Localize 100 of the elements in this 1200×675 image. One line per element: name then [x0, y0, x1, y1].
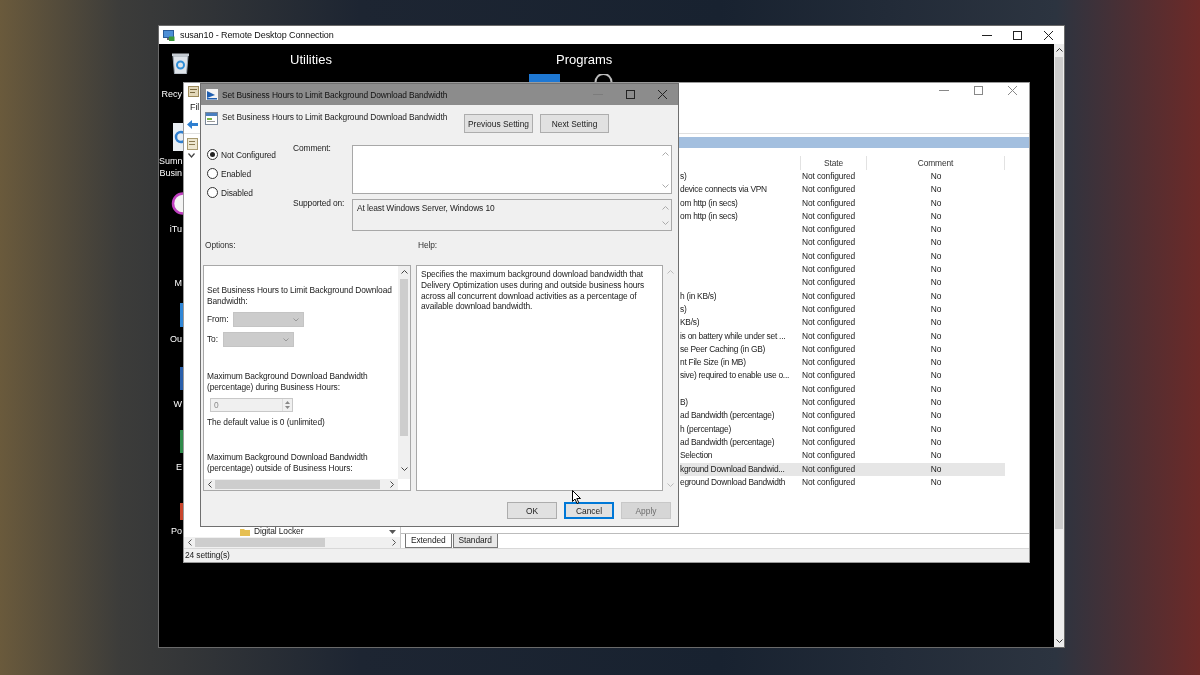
chevron-down-icon[interactable]	[400, 467, 408, 471]
vertical-scrollbar[interactable]	[398, 266, 410, 479]
policy-icon	[206, 89, 218, 100]
table-row[interactable]: device connects via VPN Not configured No	[680, 183, 1005, 197]
radio-button[interactable]	[207, 149, 218, 160]
window-title: susan10 - Remote Desktop Connection	[180, 30, 334, 40]
ring-icon[interactable]	[594, 74, 613, 82]
minimize-icon[interactable]	[981, 34, 992, 36]
field-label: From:	[207, 314, 229, 325]
tree-item[interactable]: Digital Locker	[240, 526, 304, 537]
table-row[interactable]: h (percentage) Not configured No	[680, 422, 1005, 436]
table-row[interactable]: s) Not configured No	[680, 302, 1005, 317]
table-cell-text: Not configured	[801, 236, 857, 250]
table-cell-text: No	[929, 249, 943, 263]
table-row[interactable]: Not configured No	[680, 263, 1005, 277]
icon-label: Recy	[160, 88, 182, 100]
ring-icon[interactable]	[170, 192, 183, 215]
table-cell-text: kground Download Bandwid...	[680, 462, 786, 476]
menu-item[interactable]: Fil	[190, 101, 200, 112]
table-row[interactable]: ad Bandwidth (percentage) Not configured No	[680, 409, 1005, 423]
tile-icon[interactable]	[529, 74, 560, 82]
table-row[interactable]: kground Download Bandwid... Not configured No	[680, 462, 1005, 476]
table-cell-text: Not configured	[801, 449, 857, 463]
table-row[interactable]: Not configured No	[680, 249, 1005, 264]
table-cell-text: No	[929, 462, 943, 476]
triangle-down-icon[interactable]	[389, 529, 396, 534]
table-row[interactable]: Not configured No	[680, 276, 1005, 290]
table-cell-text: Not configured	[801, 435, 857, 449]
scrollbar-thumb[interactable]	[1055, 57, 1063, 529]
radio-button[interactable]	[207, 187, 218, 198]
table-cell-text: nt File Size (in MB)	[680, 356, 747, 370]
recycle-bin-icon[interactable]	[172, 53, 189, 74]
dialog-button[interactable]: Cancel	[564, 502, 614, 519]
radio-label[interactable]: Enabled	[221, 168, 252, 179]
chevron-right-icon[interactable]	[392, 539, 396, 546]
group-heading: Utilities	[290, 52, 332, 67]
icon-label: E	[175, 461, 182, 473]
table-row[interactable]: om http (in secs) Not configured No	[680, 209, 1005, 224]
vertical-scrollbar[interactable]	[1054, 44, 1064, 647]
table-row[interactable]: om http (in secs) Not configured No	[680, 196, 1005, 210]
column-header[interactable]: State	[801, 156, 867, 170]
app-icon	[188, 84, 199, 97]
table-row[interactable]: Not configured No	[680, 223, 1005, 237]
radio-label[interactable]: Disabled	[221, 187, 253, 198]
supported-on-field: At least Windows Server, Windows 10	[352, 199, 672, 231]
nav-button[interactable]: Next Setting	[540, 114, 609, 133]
table-cell-text: Not configured	[801, 276, 857, 290]
horizontal-scrollbar[interactable]	[184, 537, 400, 548]
chevron-up-icon[interactable]	[1055, 48, 1063, 52]
nav-button[interactable]: Previous Setting	[464, 114, 533, 133]
chevron-left-icon[interactable]	[208, 481, 212, 488]
table-cell-text: is on battery while under set ...	[680, 329, 787, 343]
scrollbar-thumb[interactable]	[400, 279, 408, 436]
field-label: To:	[207, 334, 218, 345]
table-row[interactable]: Not configured No	[680, 382, 1005, 397]
table-row[interactable]: Not configured No	[680, 236, 1005, 250]
table-row[interactable]: se Peer Caching (in GB) Not configured No	[680, 342, 1005, 357]
table-cell-text: No	[929, 289, 943, 303]
table-row[interactable]: sive) required to enable use o... Not configured No	[680, 369, 1005, 383]
table-row[interactable]: ad Bandwidth (percentage) Not configured No	[680, 435, 1005, 450]
icon-label: Sumn Busin	[159, 155, 182, 179]
chevron-right-icon[interactable]	[390, 481, 394, 488]
table-row[interactable]: s) Not configured No	[680, 170, 1005, 184]
view-tab[interactable]: Extended	[405, 534, 452, 548]
table-row[interactable]: Selection Not configured No	[680, 449, 1005, 463]
scrollbar-thumb[interactable]	[195, 538, 325, 547]
table-cell-text: No	[929, 449, 943, 463]
chevron-left-icon[interactable]	[188, 539, 192, 546]
radio-button[interactable]	[207, 168, 218, 179]
table-cell-text: Not configured	[801, 263, 857, 277]
chevron-down-icon[interactable]	[1055, 639, 1063, 643]
table-cell-text: Not configured	[801, 209, 857, 223]
table-cell-text: Not configured	[801, 196, 857, 210]
icon-label: iTu	[168, 223, 182, 235]
table-cell-text: Not configured	[801, 369, 857, 383]
scrollbar-thumb[interactable]	[215, 480, 380, 489]
table-row[interactable]: nt File Size (in MB) Not configured No	[680, 356, 1005, 370]
view-tab[interactable]: Standard	[452, 534, 498, 548]
table-row[interactable]: h (in KB/s) Not configured No	[680, 289, 1005, 303]
table-cell-text: device connects via VPN	[680, 183, 768, 197]
radio-label[interactable]: Not Configured	[221, 149, 276, 160]
table-cell-text: No	[929, 209, 943, 223]
table-row[interactable]: KB/s) Not configured No	[680, 316, 1005, 330]
chevron-down-icon[interactable]	[188, 153, 195, 158]
icon-label: Po	[170, 525, 182, 537]
table-row[interactable]: is on battery while under set ... Not configured No	[680, 329, 1005, 343]
table-cell-text: Not configured	[801, 302, 857, 316]
column-header[interactable]: Comment	[867, 156, 1005, 170]
table-row[interactable]: B) Not configured No	[680, 396, 1005, 410]
maximize-icon[interactable]	[1013, 30, 1022, 40]
back-arrow-icon[interactable]	[187, 119, 198, 129]
chevron-up-icon[interactable]	[400, 270, 408, 274]
close-icon[interactable]	[1044, 30, 1053, 40]
icon-label: Ou	[169, 333, 182, 345]
table-cell-text: Not configured	[801, 223, 857, 237]
table-cell-text: No	[929, 329, 943, 343]
dialog-button[interactable]: OK	[507, 502, 557, 519]
field-label: Comment:	[293, 143, 331, 154]
horizontal-scrollbar[interactable]	[204, 479, 398, 490]
table-row[interactable]: eground Download Bandwidth Not configured No	[680, 475, 1005, 490]
